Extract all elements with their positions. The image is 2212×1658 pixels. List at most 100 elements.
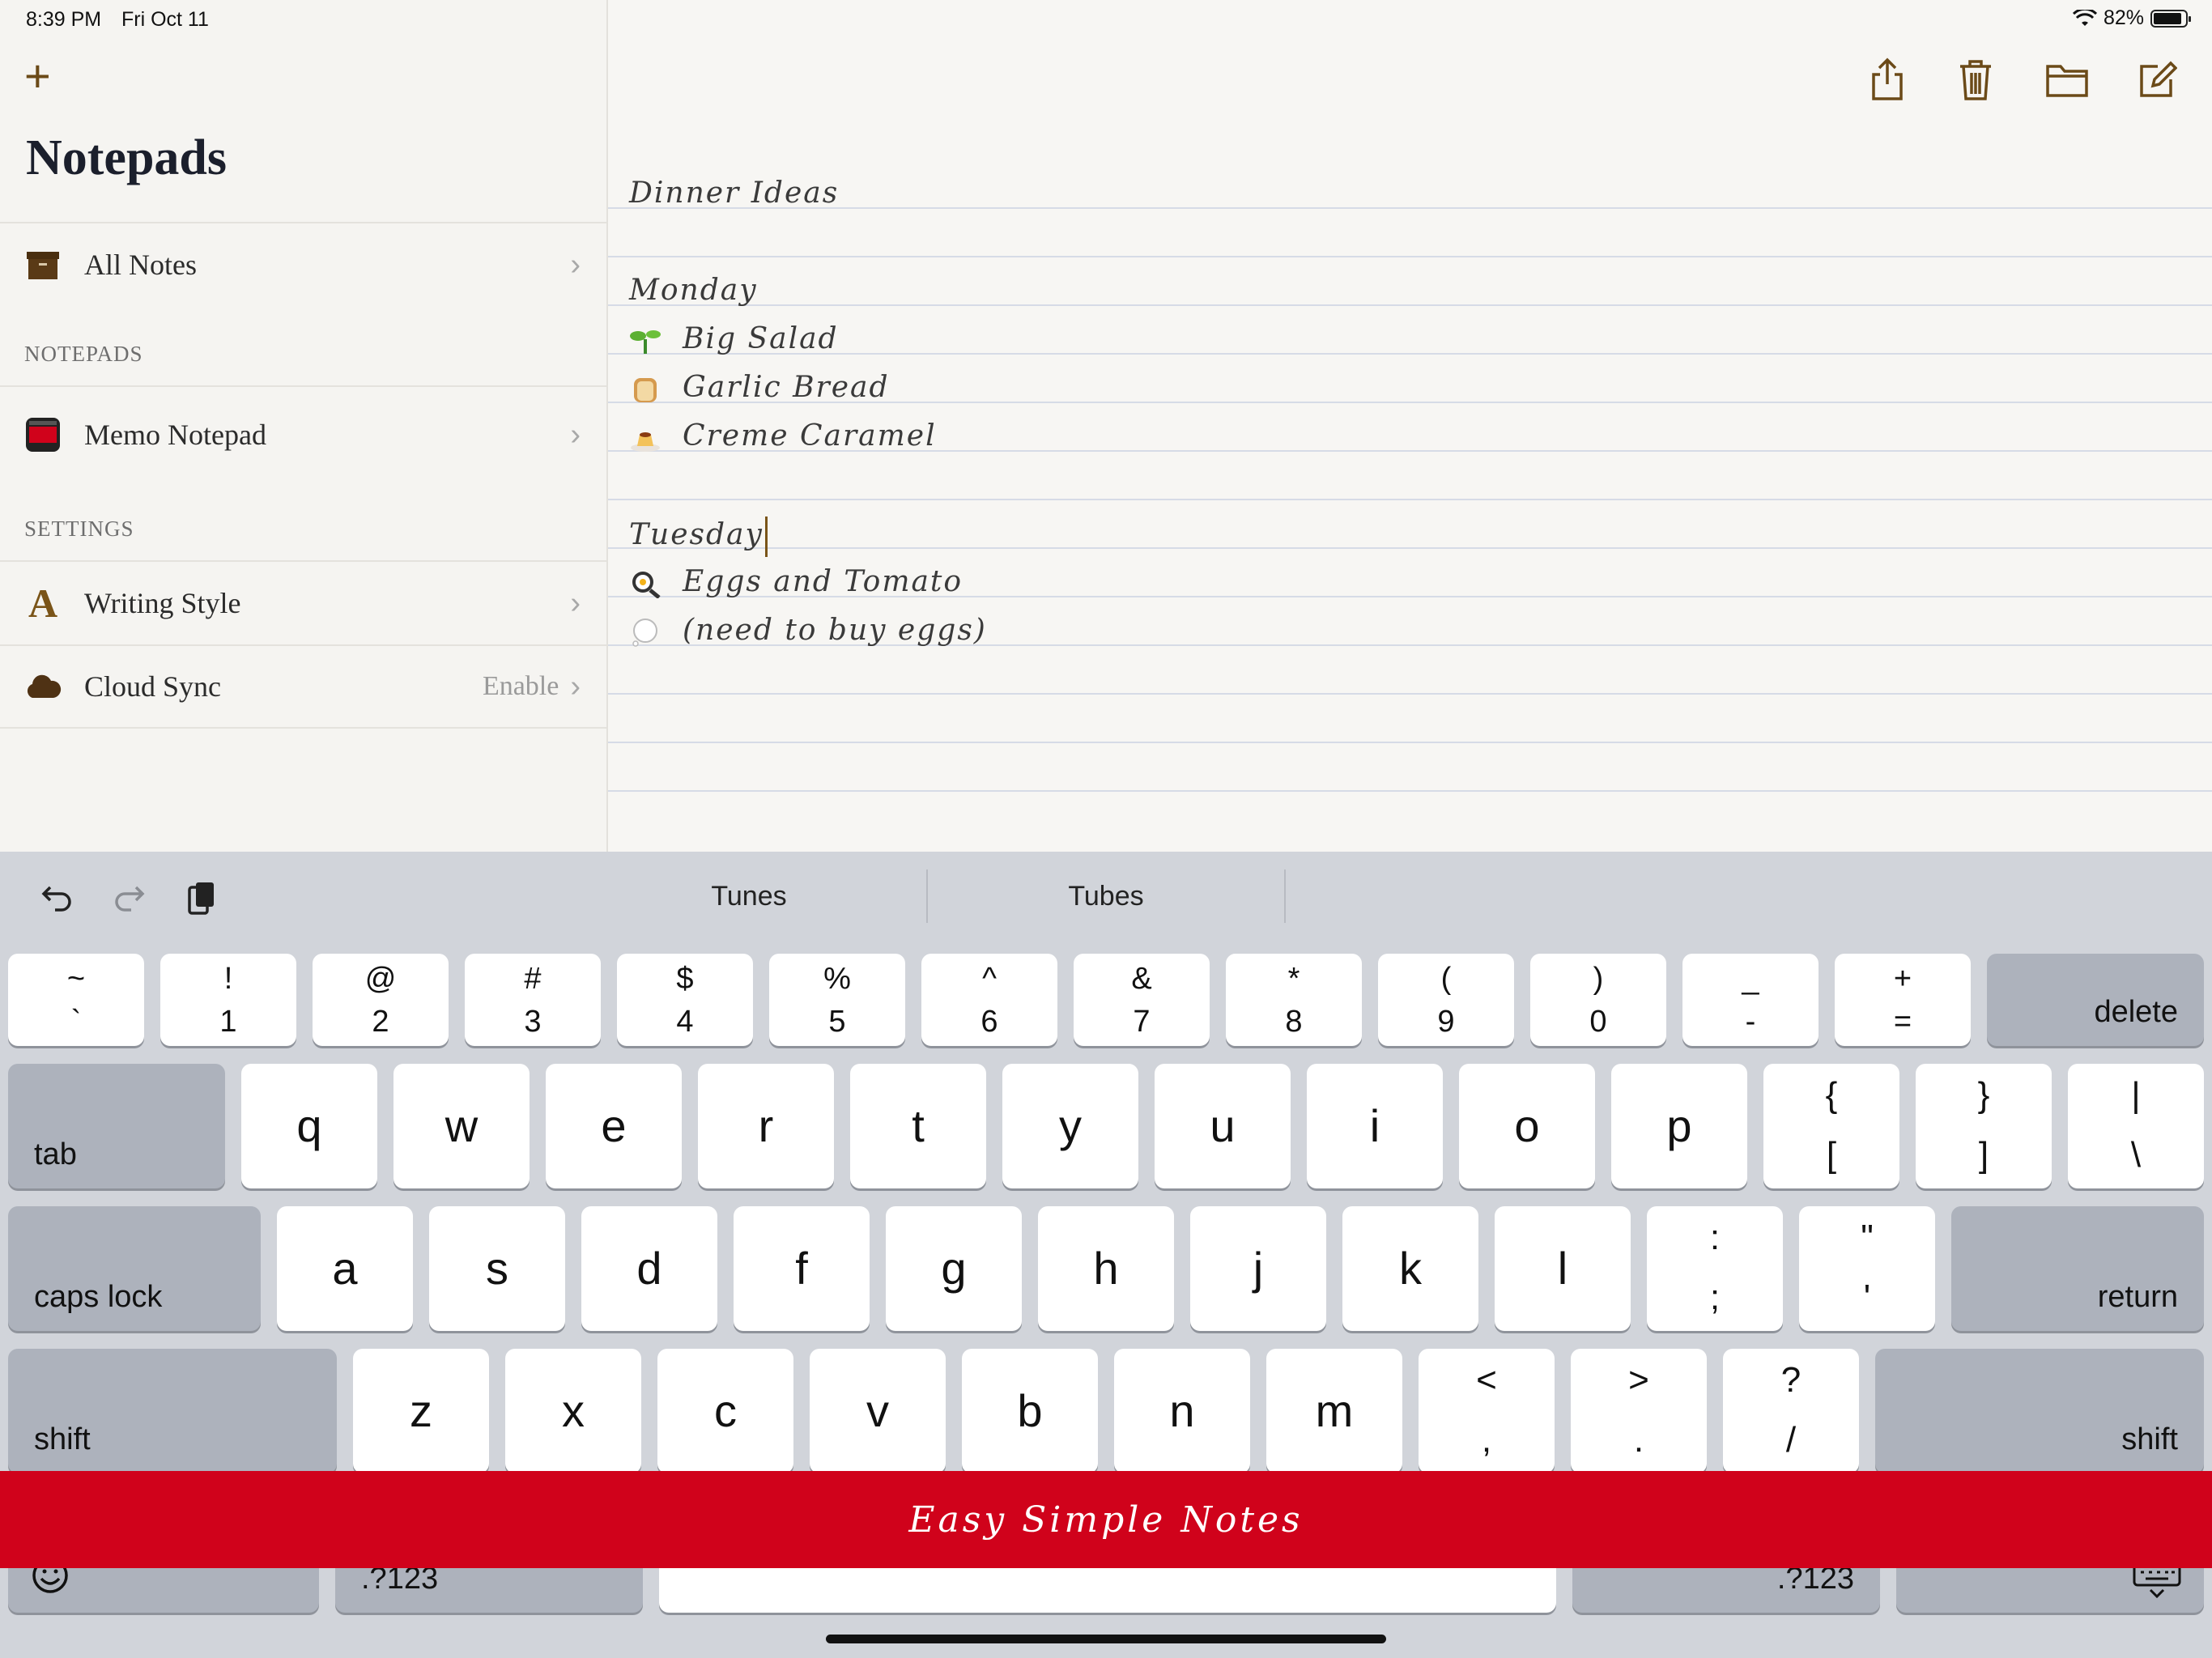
note-line-text: Eggs and Tomato: [683, 565, 963, 598]
key-shift-right[interactable]: shift: [1875, 1349, 2204, 1473]
key-9[interactable]: (9: [1378, 954, 1514, 1046]
note-line-item: (need to buy eggs): [629, 614, 987, 647]
key-2[interactable]: @2: [313, 954, 449, 1046]
suggestion-1[interactable]: Tunes: [627, 881, 870, 912]
note-line-item: Eggs and Tomato: [629, 565, 963, 598]
sidebar-item-cloud-sync[interactable]: Cloud Sync Enable ›: [0, 644, 606, 729]
key-r[interactable]: r: [698, 1064, 834, 1188]
key-return[interactable]: return: [1951, 1206, 2204, 1331]
sidebar-item-memo-notepad[interactable]: Memo Notepad ›: [0, 385, 606, 483]
key-slash[interactable]: ? /: [1723, 1349, 1859, 1473]
key-5[interactable]: % 5: [769, 954, 905, 1046]
key-equals[interactable]: + =: [1835, 954, 1971, 1046]
seedling-emoji-icon: [630, 330, 661, 354]
key-c[interactable]: c: [657, 1349, 793, 1473]
note-line-title: Dinner Ideas: [629, 176, 840, 210]
key-o[interactable]: o: [1459, 1064, 1595, 1188]
key-y[interactable]: y: [1002, 1064, 1138, 1188]
key-shift-left[interactable]: shift: [8, 1349, 337, 1473]
key-p[interactable]: p: [1611, 1064, 1747, 1188]
ruled-line: [608, 304, 2212, 306]
thought-bubble-emoji-icon: [632, 619, 657, 647]
banner-text: Easy Simple Notes: [908, 1499, 1304, 1541]
paste-icon[interactable]: [183, 879, 220, 916]
key-period[interactable]: >.: [1571, 1349, 1707, 1473]
folder-icon[interactable]: [2044, 57, 2090, 102]
undo-icon[interactable]: [39, 879, 76, 916]
key-4[interactable]: $4: [617, 954, 753, 1046]
key-l[interactable]: l: [1495, 1206, 1631, 1331]
key-z[interactable]: z: [353, 1349, 489, 1473]
note-line-text: (need to buy eggs): [683, 614, 987, 647]
key-w[interactable]: w: [393, 1064, 530, 1188]
key-comma[interactable]: <,: [1419, 1349, 1555, 1473]
key-backtick[interactable]: ~ `: [8, 954, 144, 1046]
key-1[interactable]: ! 1: [160, 954, 296, 1046]
chevron-right-icon: ›: [570, 669, 581, 704]
key-3[interactable]: #3: [465, 954, 601, 1046]
sidebar-item-all-notes[interactable]: All Notes ›: [0, 222, 606, 306]
cloud-icon: [24, 668, 62, 705]
key-left-bracket[interactable]: {[: [1763, 1064, 1899, 1188]
note-line-item: Big Salad: [629, 322, 839, 355]
key-u[interactable]: u: [1155, 1064, 1291, 1188]
sidebar-item-writing-style[interactable]: A Writing Style ›: [0, 560, 606, 644]
add-notepad-button[interactable]: +: [24, 53, 51, 99]
key-e[interactable]: e: [546, 1064, 682, 1188]
status-bar: 8:39 PM Fri Oct 11 82%: [0, 0, 2212, 37]
predictive-bar: Tunes Tubes: [0, 852, 2212, 941]
suggestion-divider: [926, 869, 928, 923]
letter-a-icon: A: [28, 580, 58, 626]
key-s[interactable]: s: [429, 1206, 565, 1331]
key-8[interactable]: * 8: [1226, 954, 1362, 1046]
home-indicator[interactable]: [826, 1635, 1386, 1643]
key-m[interactable]: m: [1266, 1349, 1402, 1473]
sidebar-item-label: Memo Notepad: [84, 419, 266, 451]
key-b[interactable]: b: [962, 1349, 1098, 1473]
key-g[interactable]: g: [886, 1206, 1022, 1331]
status-right: 82%: [2072, 6, 2191, 30]
key-0[interactable]: ) 0: [1530, 954, 1666, 1046]
ruled-line: [608, 499, 2212, 500]
share-icon[interactable]: [1867, 57, 1908, 102]
ruled-line: [608, 547, 2212, 549]
key-minus[interactable]: _ -: [1682, 954, 1819, 1046]
key-d[interactable]: d: [581, 1206, 717, 1331]
key-7[interactable]: & 7: [1074, 954, 1210, 1046]
key-right-bracket[interactable]: }]: [1916, 1064, 2052, 1188]
archive-box-icon: [24, 246, 62, 283]
battery-percent: 82%: [2103, 6, 2144, 29]
suggestion-2[interactable]: Tubes: [985, 881, 1227, 912]
key-backslash[interactable]: | \: [2068, 1064, 2204, 1188]
compose-icon[interactable]: [2137, 57, 2177, 102]
key-h[interactable]: h: [1038, 1206, 1174, 1331]
key-q[interactable]: q: [241, 1064, 377, 1188]
trash-icon[interactable]: [1955, 57, 1996, 102]
note-line-item: Garlic Bread: [629, 371, 890, 404]
key-x[interactable]: x: [505, 1349, 641, 1473]
key-caps-lock[interactable]: caps lock: [8, 1206, 261, 1331]
key-i[interactable]: i: [1307, 1064, 1443, 1188]
key-k[interactable]: k: [1342, 1206, 1478, 1331]
key-t[interactable]: t: [850, 1064, 986, 1188]
chevron-right-icon: ›: [570, 417, 581, 452]
key-quote[interactable]: " ': [1799, 1206, 1935, 1331]
redo-icon[interactable]: [110, 879, 147, 916]
key-semicolon[interactable]: :;: [1647, 1206, 1783, 1331]
note-line-day: Monday: [629, 274, 758, 307]
ruled-line: [608, 790, 2212, 792]
key-tab[interactable]: tab: [8, 1064, 225, 1188]
bread-emoji-icon: [634, 378, 657, 402]
sidebar-title: Notepads: [26, 130, 228, 185]
key-a[interactable]: a: [277, 1206, 413, 1331]
key-f[interactable]: f: [734, 1206, 870, 1331]
key-v[interactable]: v: [810, 1349, 946, 1473]
promo-banner[interactable]: Easy Simple Notes: [0, 1471, 2212, 1568]
key-j[interactable]: j: [1190, 1206, 1326, 1331]
battery-icon: [2150, 9, 2191, 28]
status-time: 8:39 PM: [26, 8, 102, 31]
key-6[interactable]: ^ 6: [921, 954, 1057, 1046]
key-n[interactable]: n: [1114, 1349, 1250, 1473]
key-delete[interactable]: delete: [1987, 954, 2204, 1046]
note-editor[interactable]: Dinner Ideas Monday Big Salad Garlic Bre…: [608, 0, 2212, 852]
